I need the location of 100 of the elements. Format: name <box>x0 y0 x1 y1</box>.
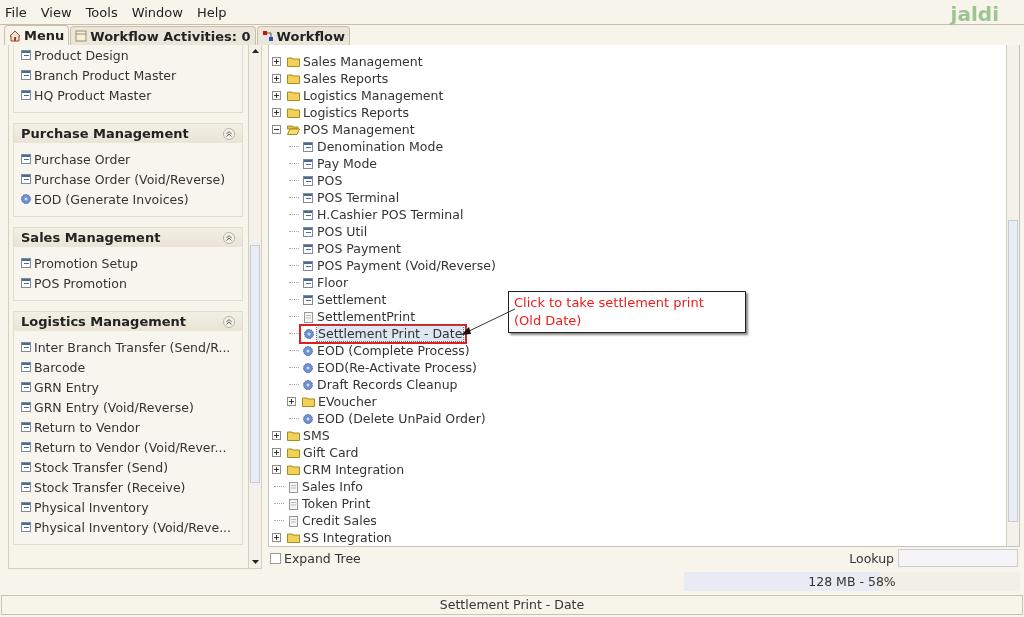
form-icon <box>20 69 32 82</box>
lookup-label: Lookup <box>849 550 894 566</box>
tree-node[interactable]: SS Integration <box>284 528 396 547</box>
form-icon <box>302 259 314 272</box>
menu-link[interactable]: GRN Entry (Void/Reverse) <box>34 399 194 415</box>
tree-node[interactable]: Floor <box>299 273 353 292</box>
tree-node[interactable]: Sales Info <box>284 477 367 496</box>
menu-link[interactable]: Physical Inventory <box>34 499 149 515</box>
lookup-field[interactable] <box>898 549 1018 568</box>
collapse-node-icon[interactable] <box>272 125 281 135</box>
menu-link[interactable]: Barcode <box>34 359 86 375</box>
tree-node[interactable]: Settlement Print - Date <box>299 323 468 344</box>
menu-link[interactable]: Purchase Order (Void/Reverse) <box>34 171 226 187</box>
folder-icon <box>287 73 300 85</box>
menu-link[interactable]: Return to Vendor <box>34 419 140 435</box>
tree-node[interactable]: POS Payment <box>299 239 405 258</box>
menu-link[interactable]: Return to Vendor (Void/Rever... <box>34 439 227 455</box>
tree-node[interactable]: Credit Sales <box>284 511 381 530</box>
tree-node[interactable]: POS Util <box>299 222 372 241</box>
expand-node-icon[interactable] <box>272 431 281 441</box>
scrollbar[interactable] <box>248 45 261 569</box>
form-icon <box>302 191 314 204</box>
tree-node[interactable]: CRM Integration <box>284 460 409 479</box>
form-icon <box>20 441 32 454</box>
tree-node[interactable]: Gift Card <box>284 443 363 462</box>
tree-node[interactable]: Draft Records Cleanup <box>299 375 462 394</box>
form-icon <box>20 481 32 494</box>
tree-node[interactable]: Sales Management <box>284 52 427 71</box>
tab[interactable]: Menu <box>4 25 70 46</box>
expand-node-icon[interactable] <box>272 448 281 458</box>
tree-node[interactable]: POS Payment (Void/Reverse) <box>299 256 500 275</box>
checkbox[interactable] <box>270 552 281 564</box>
menu-link[interactable]: Stock Transfer (Receive) <box>34 479 186 495</box>
tree-node[interactable]: Pay Mode <box>299 154 382 173</box>
menu-link[interactable]: HQ Product Master <box>34 87 152 103</box>
checkbox-label[interactable]: Expand Tree <box>284 550 361 566</box>
form-icon <box>302 157 314 170</box>
expand-node-icon[interactable] <box>272 108 281 118</box>
expand-node-icon[interactable] <box>272 57 281 67</box>
menu-link[interactable]: Purchase Order <box>34 151 131 167</box>
menu-item[interactable]: Tools <box>85 4 118 20</box>
document-icon <box>287 514 299 527</box>
menu-link[interactable]: GRN Entry <box>34 379 99 395</box>
tab[interactable]: Workflow <box>256 26 351 46</box>
tree-node[interactable]: Sales Reports <box>284 69 393 88</box>
collapse-icon[interactable] <box>223 127 235 140</box>
tree-node[interactable]: Logistics Reports <box>284 103 413 122</box>
tree-node[interactable]: H.Cashier POS Terminal <box>299 205 468 224</box>
up-arrow-icon[interactable] <box>251 49 259 54</box>
menu-link[interactable]: Physical Inventory (Void/Reve... <box>34 519 232 535</box>
collapse-icon[interactable] <box>223 315 235 328</box>
tree-node[interactable]: EOD (Complete Process) <box>299 341 474 360</box>
tree-node[interactable]: Settlement <box>299 290 391 309</box>
tree-node[interactable]: Denomination Mode <box>299 137 448 156</box>
form-icon <box>302 293 314 306</box>
collapse-icon[interactable] <box>223 231 235 244</box>
expand-node-icon[interactable] <box>272 74 281 84</box>
gear-icon <box>302 412 314 425</box>
tree-node[interactable]: EOD(Re-Activate Process) <box>299 358 481 377</box>
expand-node-icon[interactable] <box>287 397 296 407</box>
menu-item[interactable]: File <box>5 4 27 20</box>
tree-node[interactable]: POS <box>299 171 347 190</box>
tree-node[interactable]: SettlementPrint <box>299 307 420 326</box>
tree-node[interactable]: POS Terminal <box>299 188 404 207</box>
tree-node[interactable]: Logistics Management <box>284 86 448 105</box>
menu-link[interactable]: Promotion Setup <box>34 255 138 271</box>
gear-icon <box>20 193 32 206</box>
folder-icon <box>302 396 315 408</box>
expand-node-icon[interactable] <box>272 91 281 101</box>
form-icon <box>20 401 32 414</box>
menu-link[interactable]: POS Promotion <box>34 275 127 291</box>
form-icon <box>302 276 314 289</box>
expand-node-icon[interactable] <box>272 465 281 475</box>
expand-node-icon[interactable] <box>272 533 281 543</box>
menu-item[interactable]: Window <box>131 4 183 20</box>
menu-item[interactable]: Help <box>196 4 227 20</box>
tree-node[interactable]: Token Print <box>284 494 375 513</box>
status-text: Settlement Print - Date <box>439 597 585 613</box>
menu-item[interactable]: View <box>40 4 72 20</box>
folder-icon <box>287 464 300 476</box>
menu-link[interactable]: Branch Product Master <box>34 67 177 83</box>
menu-link[interactable]: Inter Branch Transfer (Send/R... <box>34 339 231 355</box>
menu-link[interactable]: Stock Transfer (Send) <box>34 459 169 475</box>
open-folder-icon <box>287 124 300 136</box>
gear-icon <box>303 327 315 340</box>
down-arrow-icon[interactable] <box>251 560 259 565</box>
gear-icon <box>302 344 314 357</box>
form-icon <box>302 242 314 255</box>
folder-icon <box>287 107 300 119</box>
menu-link[interactable]: Product Design <box>34 47 129 63</box>
tree-node[interactable]: EVoucher <box>299 392 381 411</box>
menu-link[interactable]: EOD (Generate Invoices) <box>34 191 189 207</box>
form-icon <box>20 381 32 394</box>
scrollbar[interactable] <box>1006 45 1019 547</box>
tab[interactable]: Workflow Activities: 0 <box>70 26 256 46</box>
folder-icon <box>287 56 300 68</box>
tree-node[interactable]: SMS <box>284 426 334 445</box>
tree-node[interactable]: POS Management <box>284 120 419 139</box>
tree-node[interactable]: EOD (Delete UnPaid Order) <box>299 409 490 428</box>
group-title: Logistics Management <box>21 314 187 330</box>
